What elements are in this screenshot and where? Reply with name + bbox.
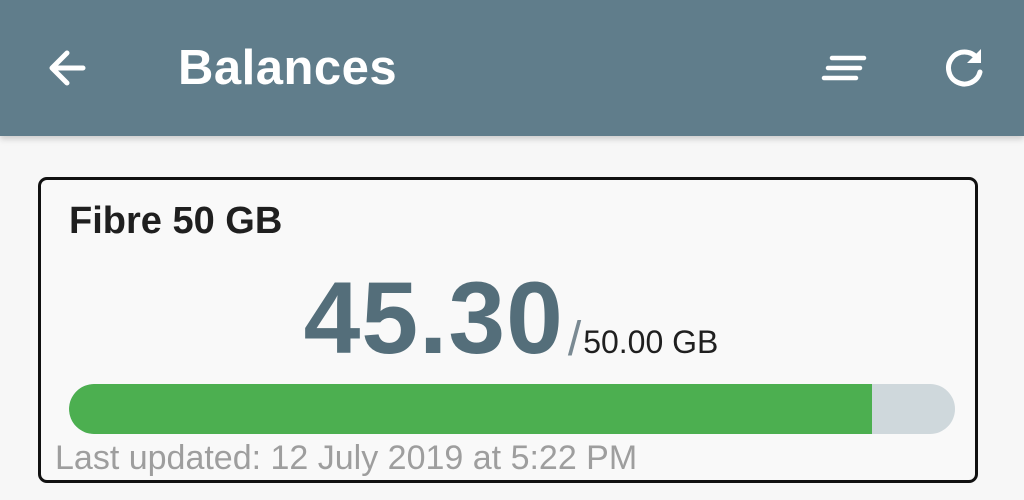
arrow-left-icon [49,50,86,86]
refresh-icon [946,49,983,87]
page-title: Balances [178,41,398,95]
balance-name: Fibre 50 GB [69,200,283,242]
balance-card[interactable]: Fibre 50 GB 45.30 / 50.00 GB Last update… [38,177,978,483]
usage-progress-bar [69,384,955,434]
sort-lines-icon [821,55,867,81]
sort-button[interactable] [812,36,876,100]
usage-progress-fill [69,384,872,434]
balance-amount-row: 45.30 / 50.00 GB [41,258,981,375]
app-bar: Balances [0,0,1024,136]
refresh-button[interactable] [932,36,996,100]
total-amount: 50.00 GB [583,324,719,360]
last-updated-text: Last updated: 12 July 2019 at 5:22 PM [55,439,638,477]
amount-separator: / [567,313,582,366]
remaining-amount: 45.30 [303,261,564,375]
back-button[interactable] [35,36,99,100]
